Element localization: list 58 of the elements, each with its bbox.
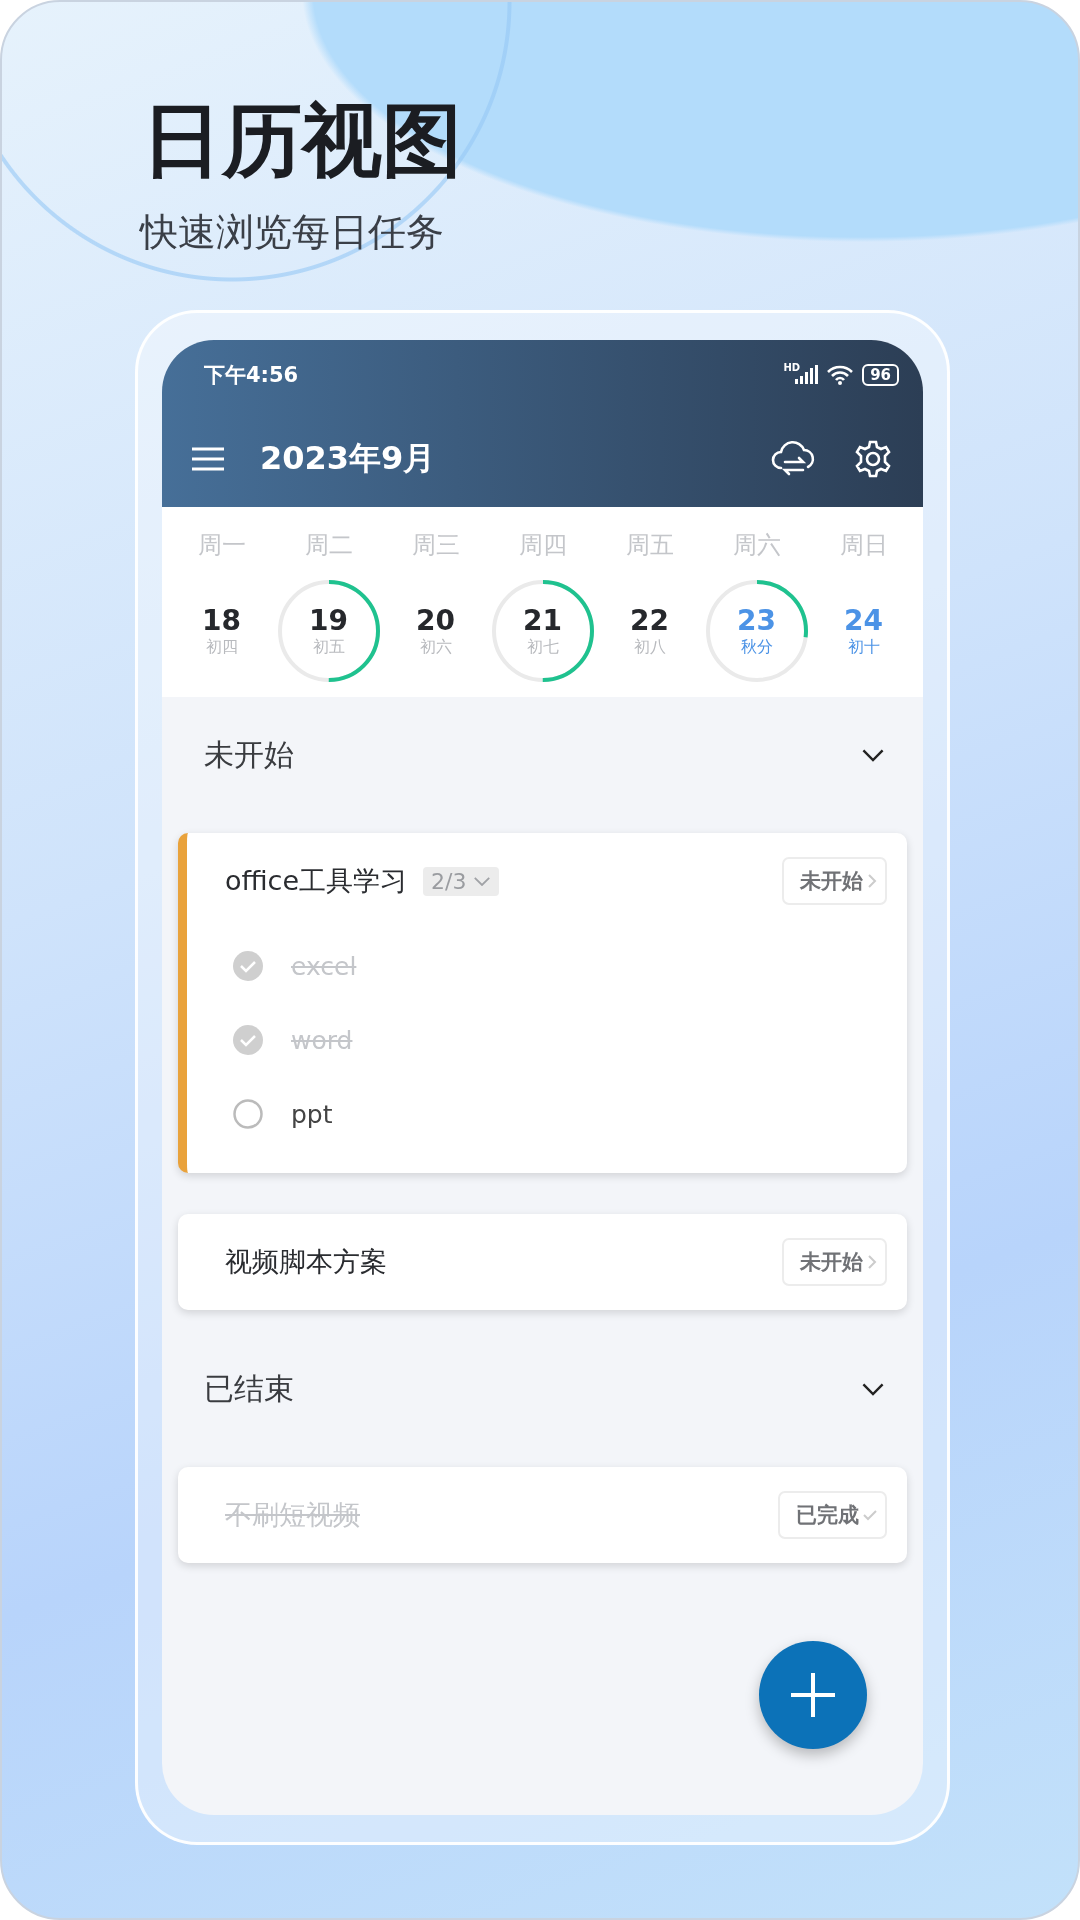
- lunar-date: 初八: [633, 637, 666, 658]
- day-cell[interactable]: 20 初六: [383, 579, 488, 683]
- subtask-title: word: [291, 1025, 353, 1055]
- status-button[interactable]: 未开始: [782, 1238, 887, 1286]
- menu-icon[interactable]: [192, 446, 224, 471]
- status-button[interactable]: 已完成: [778, 1491, 887, 1539]
- subtask-title: ppt: [291, 1099, 333, 1129]
- task-card[interactable]: office工具学习 2/3 未开始 excel word ppt: [178, 833, 907, 1173]
- network-label: HD: [783, 361, 801, 373]
- chevron-right-icon: [867, 1254, 877, 1270]
- day-cell[interactable]: 19 初五: [276, 579, 381, 683]
- check-icon: [863, 1509, 877, 1521]
- section-title: 已结束: [204, 1369, 294, 1408]
- lunar-date: 初六: [419, 637, 452, 658]
- day-number: 19: [309, 604, 348, 637]
- status-button[interactable]: 未开始: [782, 857, 887, 905]
- task-card[interactable]: 不刷短视频 已完成: [178, 1467, 907, 1563]
- plus-icon: [789, 1671, 837, 1719]
- day-cell[interactable]: 22 初八: [597, 579, 702, 683]
- add-button[interactable]: [759, 1641, 867, 1749]
- month-title: 2023年9月: [260, 437, 437, 479]
- weekday-label: 周六: [732, 530, 781, 561]
- lunar-date: 初四: [205, 637, 238, 658]
- weekday-label: 周二: [304, 530, 353, 561]
- status-time: 下午4:56: [204, 362, 300, 389]
- day-number: 24: [844, 604, 883, 637]
- task-title: 视频脚本方案: [225, 1245, 387, 1279]
- page-subtitle: 快速浏览每日任务: [140, 209, 445, 256]
- task-title: 不刷短视频: [225, 1498, 360, 1532]
- day-number: 23: [737, 604, 776, 637]
- day-cell[interactable]: 18 初四: [169, 579, 274, 683]
- day-number: 22: [630, 604, 669, 637]
- day-number: 18: [202, 604, 241, 637]
- task-card[interactable]: 视频脚本方案 未开始: [178, 1214, 907, 1310]
- settings-icon[interactable]: [853, 438, 893, 479]
- checked-circle-icon[interactable]: [233, 1025, 263, 1055]
- lunar-date: 秋分: [740, 637, 773, 658]
- weekday-label: 周四: [518, 530, 567, 561]
- page-headline: 日历视图: [142, 97, 463, 185]
- day-number: 21: [523, 604, 562, 637]
- weekday-label: 周一: [197, 530, 246, 561]
- day-number: 20: [416, 604, 455, 637]
- cloud-sync-icon[interactable]: [771, 439, 817, 478]
- lunar-date: 初五: [312, 637, 345, 658]
- task-title: office工具学习: [225, 864, 408, 898]
- weekday-label: 周日: [839, 530, 888, 561]
- section-title: 未开始: [204, 735, 294, 774]
- chevron-right-icon: [867, 873, 877, 889]
- weekday-label: 周三: [411, 530, 460, 561]
- lunar-date: 初七: [526, 637, 559, 658]
- subtask-title: excel: [291, 951, 357, 981]
- weekday-label: 周五: [625, 530, 674, 561]
- wifi-icon: [826, 364, 855, 386]
- lunar-date: 初十: [847, 637, 880, 658]
- battery-level: 96: [862, 364, 899, 386]
- chevron-down-icon: [472, 875, 491, 887]
- day-cell[interactable]: 21 初七: [490, 579, 595, 683]
- checked-circle-icon[interactable]: [233, 951, 263, 981]
